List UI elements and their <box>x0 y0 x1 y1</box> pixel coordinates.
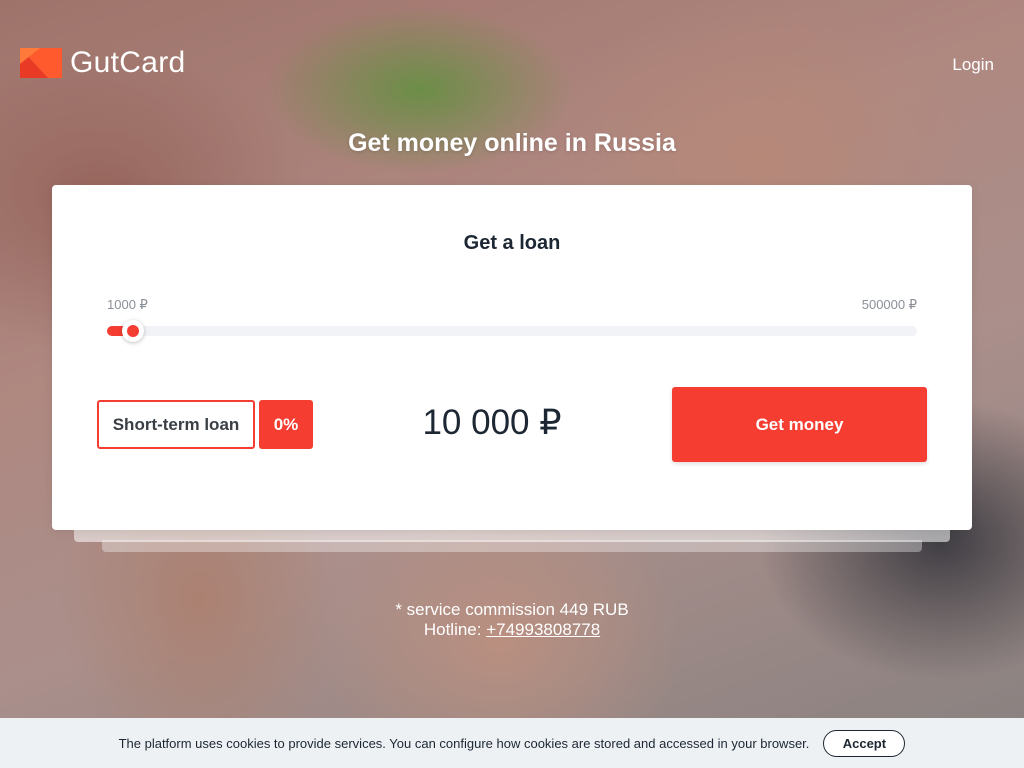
login-link[interactable]: Login <box>952 55 994 75</box>
cookie-text: The platform uses cookies to provide ser… <box>118 735 810 751</box>
loan-amount-display: 10 000 ₽ <box>422 403 562 442</box>
slider-handle[interactable] <box>122 320 144 342</box>
amount-slider[interactable] <box>107 320 917 342</box>
flag-logo-icon <box>20 48 62 78</box>
brand-logo[interactable]: GutCard <box>20 46 185 80</box>
card-stack-shadow <box>74 528 950 542</box>
page-title: Get money online in Russia <box>348 129 676 157</box>
hotline-line: Hotline: +74993808778 <box>0 620 1024 640</box>
loan-type-button[interactable]: Short-term loan <box>97 400 255 449</box>
commission-note: * service commission 449 RUB <box>395 600 629 619</box>
accept-cookies-button[interactable]: Accept <box>823 729 906 757</box>
get-money-button[interactable]: Get money <box>672 387 927 462</box>
loan-card-title: Get a loan <box>463 232 561 254</box>
slider-max-label: 500000 ₽ <box>861 297 917 312</box>
hotline-phone-link[interactable]: +74993808778 <box>486 620 600 639</box>
loan-card: Get a loan 1000 ₽ 500000 ₽ Short-term lo… <box>52 185 972 530</box>
slider-min-label: 1000 ₽ <box>107 297 148 312</box>
cookie-banner: The platform uses cookies to provide ser… <box>0 718 1024 768</box>
rate-badge: 0% <box>259 400 313 449</box>
brand-name: GutCard <box>70 46 186 79</box>
hotline-label: Hotline: <box>423 620 482 639</box>
